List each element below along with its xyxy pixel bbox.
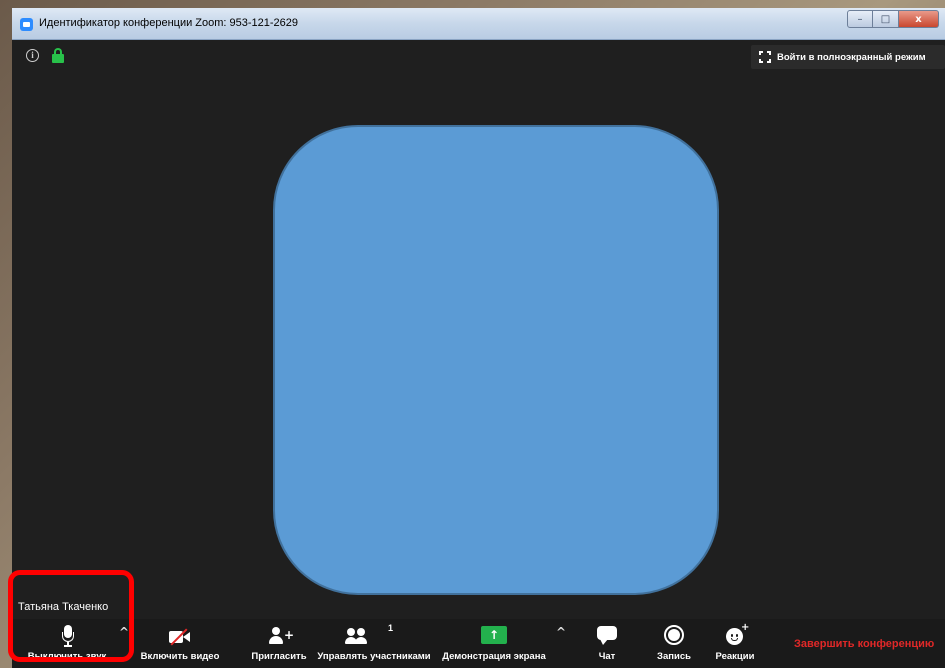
fullscreen-label: Войти в полноэкранный режим: [777, 51, 926, 63]
video-off-icon: [169, 628, 191, 646]
window-controls: – □ x: [847, 10, 939, 28]
close-button[interactable]: x: [899, 10, 939, 28]
participants-icon: [345, 627, 373, 645]
window-title: Идентификатор конференции Zoom: 953-121-…: [39, 17, 299, 29]
reactions-button[interactable]: + Реакции: [706, 619, 764, 668]
invite-label: Пригласить: [251, 651, 307, 662]
zoom-app-icon: [20, 18, 33, 31]
video-label: Включить видео: [140, 651, 220, 662]
chat-button[interactable]: Чат: [584, 619, 630, 668]
share-screen-label: Демонстрация экрана: [442, 651, 546, 662]
video-button[interactable]: Включить видео: [134, 619, 226, 668]
fullscreen-icon: [759, 51, 771, 63]
share-screen-icon: ↑: [481, 626, 507, 644]
maximize-button[interactable]: □: [873, 10, 899, 28]
meeting-area: i Войти в полноэкранный режим Татьяна Тк…: [12, 41, 945, 668]
lock-body: [52, 54, 64, 63]
meeting-toolbar: Выключить звук ^ Включить видео + Пригла…: [12, 619, 945, 668]
reactions-icon: +: [726, 622, 749, 646]
record-button[interactable]: Запись: [644, 619, 704, 668]
record-label: Запись: [657, 651, 691, 662]
zoom-window: Идентификатор конференции Zoom: 953-121-…: [12, 8, 945, 668]
participants-button[interactable]: 1 Управлять участниками: [312, 619, 436, 668]
share-screen-button[interactable]: ↑ Демонстрация экрана: [438, 619, 550, 668]
chat-label: Чат: [598, 651, 616, 662]
info-icon[interactable]: i: [26, 49, 39, 62]
participants-count: 1: [388, 623, 394, 633]
invite-button[interactable]: + Пригласить: [244, 619, 314, 668]
video-tile: [273, 125, 719, 595]
reactions-label: Реакции: [715, 651, 755, 662]
highlight-annotation: [8, 570, 134, 662]
chat-icon: [597, 626, 617, 646]
fullscreen-button[interactable]: Войти в полноэкранный режим: [751, 45, 945, 69]
share-options-caret-icon[interactable]: ^: [556, 625, 566, 639]
title-bar[interactable]: Идентификатор конференции Zoom: 953-121-…: [12, 8, 945, 40]
add-person-icon: +: [268, 627, 294, 645]
participants-label: Управлять участниками: [317, 651, 431, 662]
end-meeting-button[interactable]: Завершить конференцию: [794, 638, 934, 650]
lock-icon[interactable]: [52, 48, 64, 64]
minimize-button[interactable]: –: [847, 10, 873, 28]
record-icon: [664, 625, 684, 645]
